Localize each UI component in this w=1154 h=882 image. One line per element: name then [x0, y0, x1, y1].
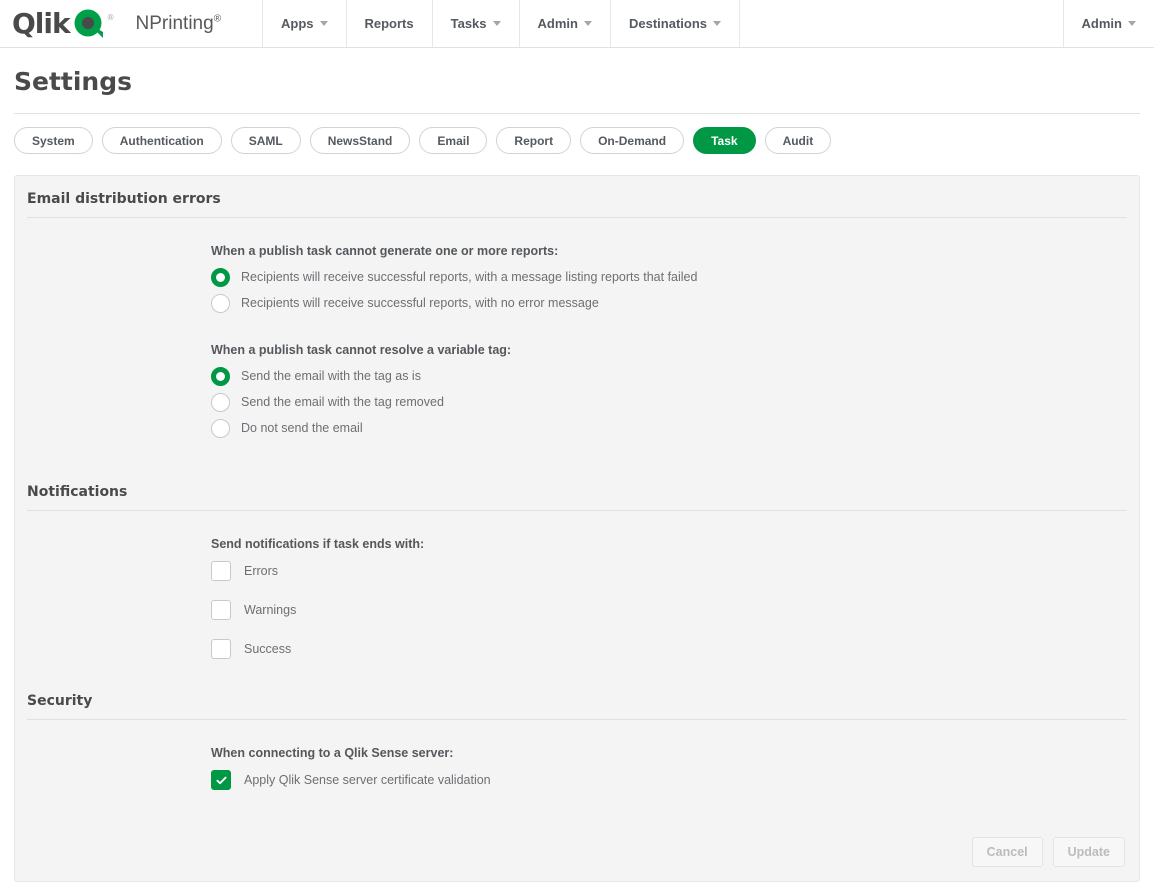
nav-items: Apps Reports Tasks Admin Destinations	[262, 0, 739, 47]
section-divider	[27, 510, 1127, 511]
tab-email-label: Email	[437, 134, 469, 148]
tab-audit-label: Audit	[783, 134, 814, 148]
radio-row-tag-removed[interactable]: Send the email with the tag removed	[211, 393, 1139, 412]
radio-label-tag-removed: Send the email with the tag removed	[241, 395, 444, 410]
section-spacer	[15, 445, 1139, 469]
tab-on-demand-label: On-Demand	[598, 134, 666, 148]
section-title-email-distribution-errors: Email distribution errors	[15, 176, 1139, 207]
update-button[interactable]: Update	[1053, 837, 1125, 867]
chevron-down-icon	[584, 21, 592, 26]
nav-item-admin[interactable]: Admin	[519, 0, 610, 47]
tab-system[interactable]: System	[14, 127, 93, 154]
checkbox-certificate-validation[interactable]	[211, 770, 231, 790]
radio-row-reports-no-error-message[interactable]: Recipients will receive successful repor…	[211, 294, 1139, 313]
brand-zone: Qlik ® NPrinting®	[0, 0, 262, 47]
section-title-security: Security	[15, 678, 1139, 709]
checkbox-label-errors: Errors	[244, 564, 278, 579]
radio-button-reports-with-message[interactable]	[211, 268, 230, 287]
checkbox-row-certificate-validation[interactable]: Apply Qlik Sense server certificate vali…	[211, 770, 1139, 790]
nav-item-tasks-label: Tasks	[451, 16, 487, 31]
checkbox-errors[interactable]	[211, 561, 231, 581]
section-body-email-distribution-errors: When a publish task cannot generate one …	[15, 244, 1139, 438]
footer-actions: Cancel Update	[15, 809, 1139, 867]
radio-button-tag-as-is[interactable]	[211, 367, 230, 386]
tab-report[interactable]: Report	[496, 127, 571, 154]
settings-panel: Email distribution errors When a publish…	[14, 175, 1140, 882]
checkbox-label-certificate-validation: Apply Qlik Sense server certificate vali…	[244, 773, 491, 788]
registered-trademark-mark: ®	[108, 13, 114, 22]
checkbox-row-errors[interactable]: Errors	[211, 561, 1139, 581]
label-publish-task-cannot-resolve-variable-tag: When a publish task cannot resolve a var…	[211, 343, 1139, 357]
section-divider	[27, 719, 1127, 720]
radio-row-tag-as-is[interactable]: Send the email with the tag as is	[211, 367, 1139, 386]
checkbox-label-success: Success	[244, 642, 291, 657]
top-navigation-bar: Qlik ® NPrinting® Apps Reports Tasks Adm	[0, 0, 1154, 48]
nav-item-tasks[interactable]: Tasks	[432, 0, 519, 47]
radio-row-reports-with-message[interactable]: Recipients will receive successful repor…	[211, 268, 1139, 287]
chevron-down-icon	[1128, 21, 1136, 26]
settings-tab-list: System Authentication SAML NewsStand Ema…	[14, 114, 1140, 154]
chevron-down-icon	[713, 21, 721, 26]
label-when-connecting-to-qlik-sense-server: When connecting to a Qlik Sense server:	[211, 746, 1139, 760]
nav-item-admin-label: Admin	[538, 16, 578, 31]
product-name: NPrinting®	[136, 13, 222, 35]
radio-button-tag-removed[interactable]	[211, 393, 230, 412]
radio-label-reports-no-error-message: Recipients will receive successful repor…	[241, 296, 599, 311]
tab-newsstand[interactable]: NewsStand	[310, 127, 411, 154]
radio-label-do-not-send: Do not send the email	[241, 421, 363, 436]
page-title: Settings	[14, 69, 1140, 94]
chevron-down-icon	[320, 21, 328, 26]
radio-button-reports-no-error-message[interactable]	[211, 294, 230, 313]
tab-saml-label: SAML	[249, 134, 283, 148]
tab-authentication-label: Authentication	[120, 134, 204, 148]
tab-system-label: System	[32, 134, 75, 148]
nav-item-destinations-label: Destinations	[629, 16, 707, 31]
checkbox-success[interactable]	[211, 639, 231, 659]
nav-item-reports[interactable]: Reports	[346, 0, 432, 47]
tab-audit[interactable]: Audit	[765, 127, 832, 154]
nav-item-destinations[interactable]: Destinations	[610, 0, 739, 47]
account-menu-label: Admin	[1082, 16, 1122, 31]
qlik-logo-text: Qlik	[12, 10, 70, 38]
label-send-notifications-if-task-ends-with: Send notifications if task ends with:	[211, 537, 1139, 551]
nav-item-reports-label: Reports	[365, 16, 414, 31]
nav-item-apps[interactable]: Apps	[262, 0, 346, 47]
nav-item-apps-label: Apps	[281, 16, 314, 31]
check-icon	[216, 775, 227, 786]
tab-newsstand-label: NewsStand	[328, 134, 393, 148]
product-name-sup: ®	[214, 13, 221, 24]
chevron-down-icon	[493, 21, 501, 26]
section-divider	[27, 217, 1127, 218]
tab-on-demand[interactable]: On-Demand	[580, 127, 684, 154]
section-title-notifications: Notifications	[15, 469, 1139, 500]
checkbox-label-warnings: Warnings	[244, 603, 296, 618]
tab-task[interactable]: Task	[693, 127, 755, 154]
checkbox-row-warnings[interactable]: Warnings	[211, 600, 1139, 620]
radio-label-tag-as-is: Send the email with the tag as is	[241, 369, 421, 384]
tab-email[interactable]: Email	[419, 127, 487, 154]
cancel-button[interactable]: Cancel	[972, 837, 1043, 867]
qlik-q-mark-icon	[74, 9, 104, 39]
tab-report-label: Report	[514, 134, 553, 148]
tab-task-label: Task	[711, 134, 737, 148]
radio-button-do-not-send[interactable]	[211, 419, 230, 438]
checkbox-row-success[interactable]: Success	[211, 639, 1139, 659]
product-name-text: NPrinting	[136, 13, 214, 34]
qlik-logo[interactable]: Qlik ®	[12, 9, 114, 39]
nav-spacer	[739, 0, 1063, 47]
checkbox-warnings[interactable]	[211, 600, 231, 620]
label-publish-task-cannot-generate: When a publish task cannot generate one …	[211, 244, 1139, 258]
tab-saml[interactable]: SAML	[231, 127, 301, 154]
radio-label-reports-with-message: Recipients will receive successful repor…	[241, 270, 697, 285]
section-body-security: When connecting to a Qlik Sense server: …	[15, 746, 1139, 790]
section-body-notifications: Send notifications if task ends with: Er…	[15, 537, 1139, 659]
radio-row-do-not-send[interactable]: Do not send the email	[211, 419, 1139, 438]
page-header: Settings System Authentication SAML News…	[0, 69, 1154, 154]
tab-authentication[interactable]: Authentication	[102, 127, 222, 154]
account-menu[interactable]: Admin	[1063, 0, 1154, 47]
